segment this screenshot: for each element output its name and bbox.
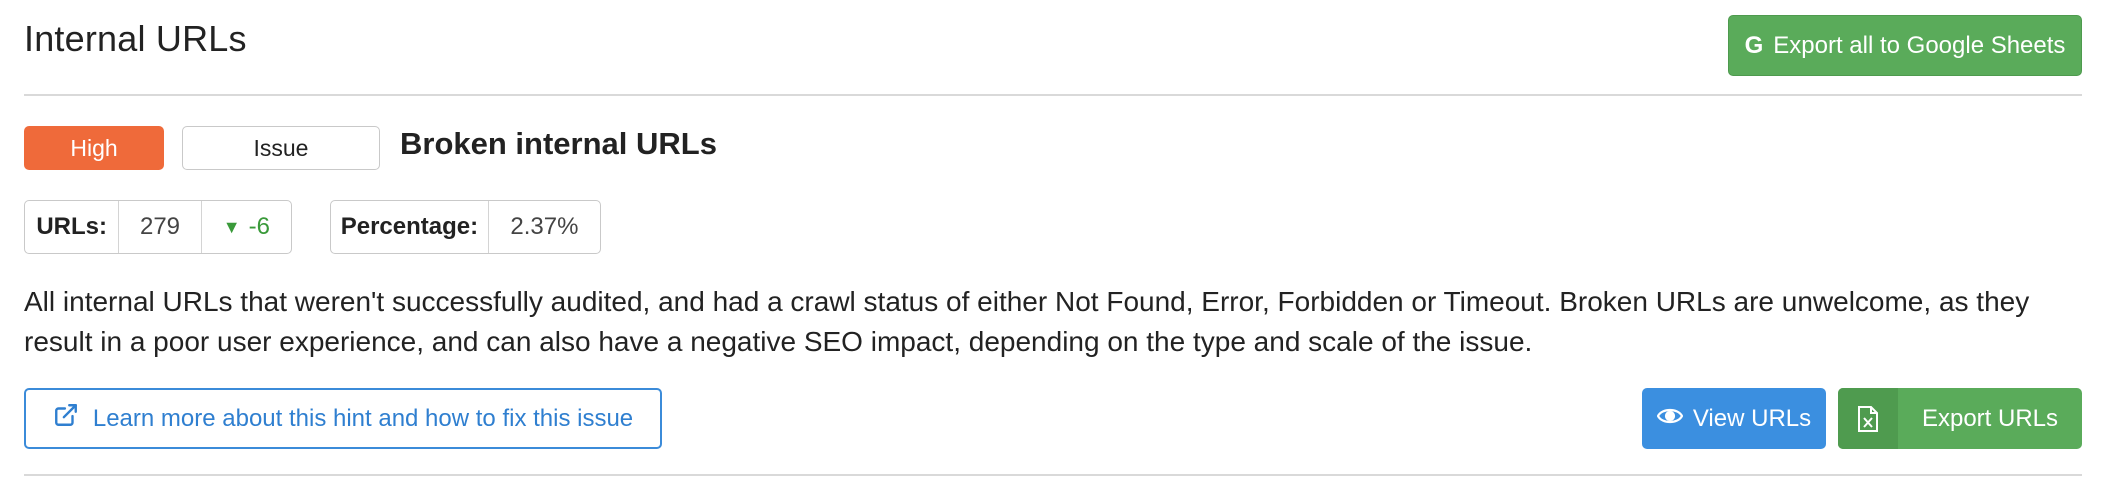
learn-more-button[interactable]: Learn more about this hint and how to fi… [24,388,662,449]
hint-title: Broken internal URLs [400,126,717,161]
triangle-down-icon: ▼ [222,216,241,237]
type-badge: Issue [182,126,380,170]
external-link-icon [53,402,79,435]
urls-stat-delta: ▼ -6 [202,201,291,253]
hint-description: All internal URLs that weren't successfu… [24,286,2030,357]
divider [24,474,2082,476]
eye-icon [1656,405,1684,433]
section-title: Internal URLs [24,18,247,59]
hint-panel: Internal URLs G Export all to Google She… [0,0,2112,480]
urls-stat-delta-value: -6 [248,213,270,240]
google-icon: G [1744,31,1764,59]
percentage-stat: Percentage: 2.37% [330,200,601,254]
priority-badge: High [24,126,164,170]
export-urls-button[interactable]: Export URLs [1838,388,2082,449]
export-google-sheets-label: Export all to Google Sheets [1773,31,2066,59]
export-google-sheets-button[interactable]: G Export all to Google Sheets [1728,15,2082,76]
urls-stat: URLs: 279 ▼ -6 [24,200,292,254]
percentage-stat-label: Percentage: [331,201,489,253]
export-urls-label: Export URLs [1921,404,2059,432]
view-urls-label: View URLs [1692,404,1812,432]
percentage-stat-value: 2.37% [510,213,579,240]
learn-more-label: Learn more about this hint and how to fi… [92,404,634,432]
divider [24,94,2082,96]
urls-stat-label: URLs: [25,201,120,253]
excel-icon [1838,388,1898,449]
view-urls-button[interactable]: View URLs [1642,388,1826,449]
urls-stat-value: 279 [119,201,202,253]
